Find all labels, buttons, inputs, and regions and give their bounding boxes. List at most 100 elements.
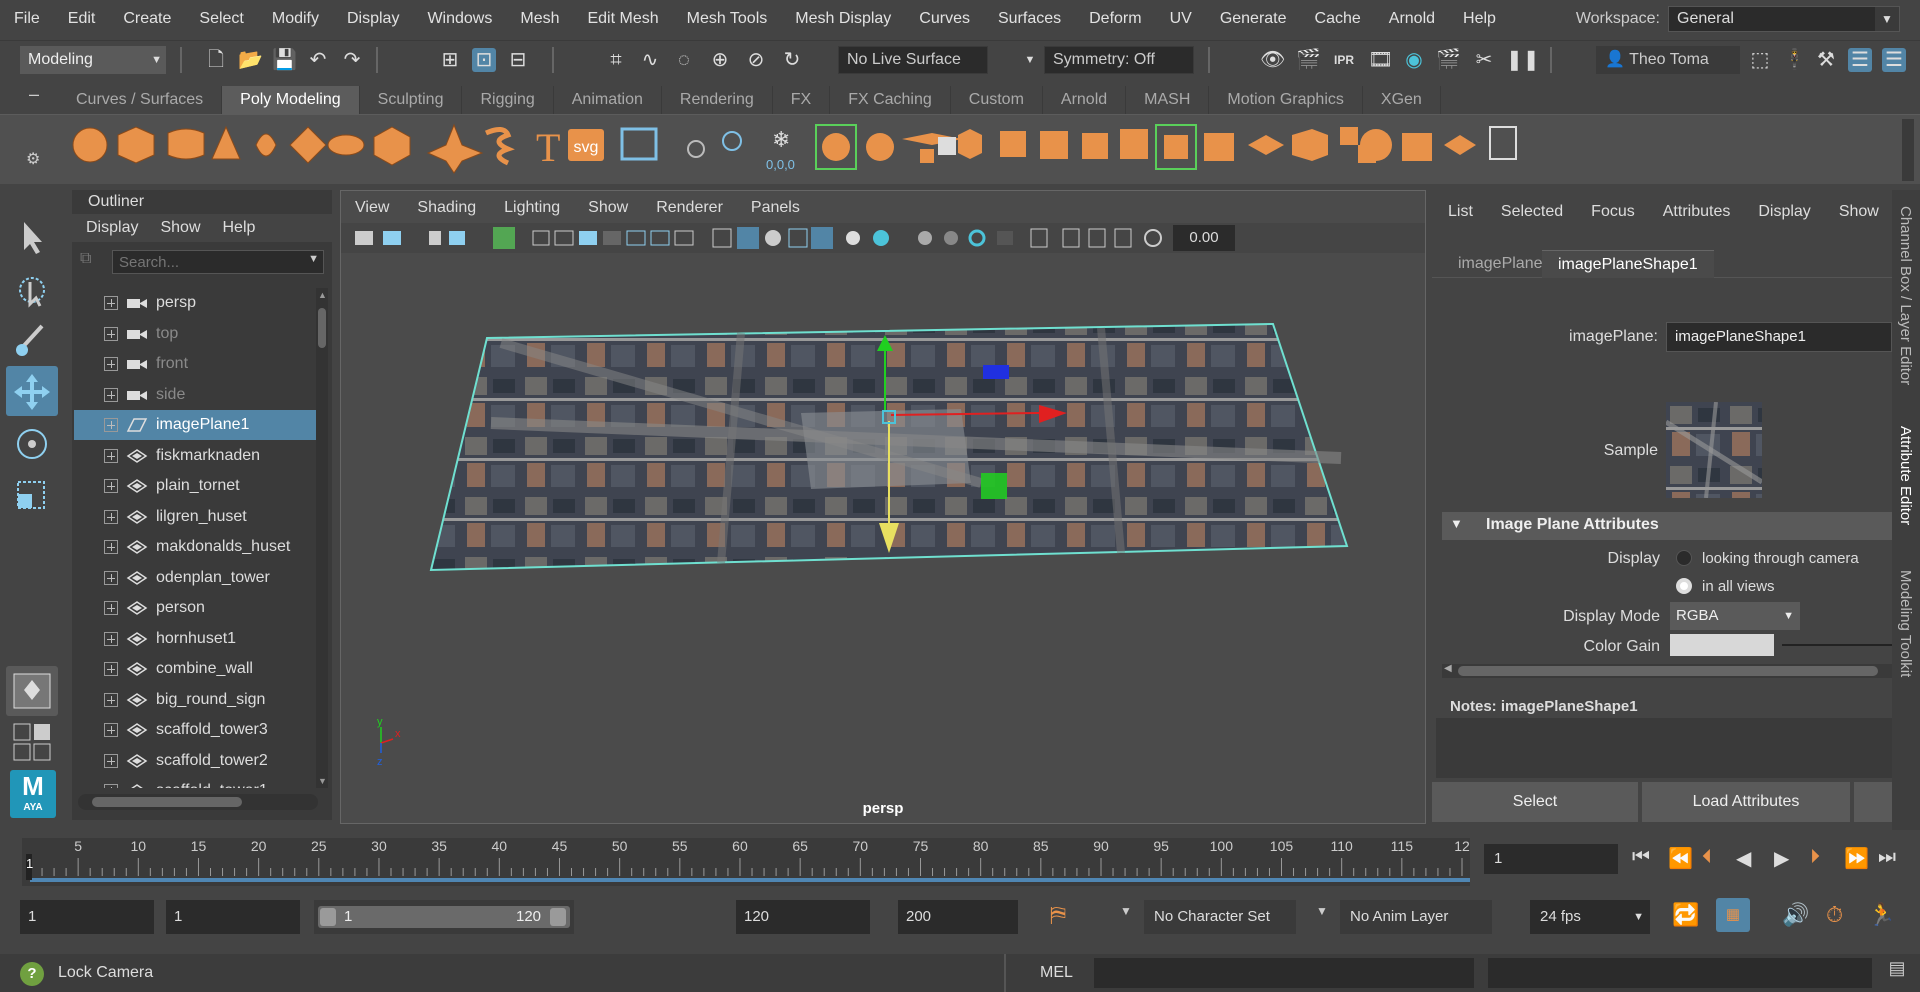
outliner-item[interactable]: persp (74, 288, 324, 318)
outliner-item[interactable]: front (74, 349, 324, 379)
symmetry-field[interactable]: Symmetry: Off (1044, 46, 1194, 74)
outliner-item[interactable]: hornhuset1 (74, 624, 324, 654)
shelf-tab-animation[interactable]: Animation (554, 86, 662, 114)
outliner-menu-help[interactable]: Help (223, 214, 256, 242)
select-object-icon[interactable]: ⊡ (472, 48, 496, 72)
select-tool[interactable] (6, 212, 58, 262)
menu-deform[interactable]: Deform (1075, 0, 1155, 38)
anim-layer-field[interactable]: No Anim Layer (1340, 900, 1492, 934)
play-forward-icon[interactable]: ▶ (1774, 846, 1789, 871)
display-radio-all-views[interactable]: in all views (1676, 574, 1876, 598)
shelf-tab-fx-caching[interactable]: FX Caching (830, 86, 951, 114)
node-tab[interactable]: imagePlaneShape1 (1542, 250, 1714, 278)
script-editor-icon[interactable]: ▤ (1882, 958, 1912, 988)
play-backward-icon[interactable]: ◀ (1736, 846, 1751, 871)
shelf-tab-rigging[interactable]: Rigging (462, 86, 554, 114)
expand-icon[interactable] (104, 296, 118, 310)
shelf-tab-curves-surfaces[interactable]: Curves / Surfaces (58, 86, 223, 114)
shelf-tab-arnold[interactable]: Arnold (1043, 86, 1127, 114)
outliner-item[interactable]: makdonalds_huset (74, 532, 324, 562)
expand-icon[interactable] (104, 753, 118, 768)
menu-uv[interactable]: UV (1156, 0, 1206, 38)
copy-tab-button[interactable] (1854, 782, 1892, 822)
key-icon[interactable]: ⛿ (1050, 902, 1066, 928)
expand-icon[interactable] (104, 662, 118, 676)
light-editor-icon[interactable]: ✂ (1472, 48, 1496, 72)
menu-surfaces[interactable]: Surfaces (984, 0, 1075, 38)
snap-view-icon[interactable]: ⊕ (708, 48, 732, 72)
menu-cache[interactable]: Cache (1301, 0, 1375, 38)
anim-end-field[interactable]: 200 (898, 900, 1018, 934)
step-back-frame-icon[interactable]: ⏴ (1702, 846, 1712, 869)
menu-select[interactable]: Select (185, 0, 257, 38)
load-attributes-button[interactable]: Load Attributes (1642, 782, 1850, 822)
render-settings-icon[interactable]: 🎞 (1368, 48, 1393, 72)
ipr-render-icon[interactable]: IPR (1332, 48, 1356, 72)
menu-file[interactable]: File (0, 0, 54, 38)
save-scene-icon[interactable]: 💾 (272, 48, 297, 72)
chevron-down-icon[interactable]: ▼ (1018, 48, 1042, 72)
menu-edit-mesh[interactable]: Edit Mesh (573, 0, 672, 38)
scale-tool[interactable] (6, 470, 58, 520)
outliner-item[interactable]: plain_tornet (74, 471, 324, 501)
workspace-icon[interactable]: ⬚ (1748, 48, 1772, 72)
viewport-menu-panels[interactable]: Panels (751, 191, 800, 221)
shelf-tab-xgen[interactable]: XGen (1363, 86, 1441, 114)
outliner-scrollbar[interactable]: ▲ ▼ (316, 288, 328, 788)
display-radio-looking[interactable]: looking through camera (1676, 546, 1876, 570)
radio-button[interactable] (1676, 550, 1692, 566)
expand-icon[interactable] (104, 601, 118, 615)
menu-mesh-display[interactable]: Mesh Display (781, 0, 905, 38)
character-icon[interactable]: 🕴 (1782, 48, 1807, 72)
menu-curves[interactable]: Curves (905, 0, 984, 38)
workspace-dropdown[interactable]: General ▼ (1668, 6, 1900, 32)
outliner-item[interactable]: lilgren_huset (74, 502, 324, 532)
character-set-field[interactable]: No Character Set (1144, 900, 1296, 934)
expand-icon[interactable] (104, 448, 118, 463)
new-scene-icon[interactable]: 🗋 (204, 48, 228, 72)
menu-generate[interactable]: Generate (1206, 0, 1301, 38)
image-plane-field[interactable]: imagePlaneShape1 (1666, 322, 1892, 352)
step-forward-frame-icon[interactable]: ⏵ (1810, 846, 1820, 869)
rotate-tool[interactable] (6, 418, 58, 468)
render-frame-icon[interactable]: 🎬 (1296, 48, 1321, 72)
menu-set-dropdown[interactable]: Modeling ▼ (20, 46, 166, 74)
expand-icon[interactable] (104, 479, 118, 493)
notes-field[interactable] (1436, 718, 1892, 778)
expand-icon[interactable] (104, 509, 118, 524)
outliner-item[interactable]: big_round_sign (74, 685, 324, 715)
attribute-editor-tab[interactable]: Attribute Editor (1897, 426, 1914, 525)
ae-menu-list[interactable]: List (1448, 190, 1473, 236)
go-to-start-icon[interactable]: ⏮ (1632, 846, 1650, 869)
outliner-item[interactable]: person (74, 593, 324, 623)
step-forward-key-icon[interactable]: ⏩ (1844, 846, 1869, 871)
menu-mesh-tools[interactable]: Mesh Tools (673, 0, 782, 38)
loop-icon[interactable]: 🔁 (1672, 902, 1699, 928)
viewport-menu-view[interactable]: View (355, 191, 389, 221)
snap-grid-icon[interactable]: ⌗ (604, 48, 628, 72)
outliner-tab[interactable]: Outliner (72, 190, 162, 214)
select-hierarchy-icon[interactable]: ⊞ (438, 48, 462, 72)
layout-single-tool[interactable] (6, 666, 58, 716)
expand-icon[interactable] (104, 418, 118, 432)
menu-modify[interactable]: Modify (258, 0, 333, 38)
sound-icon[interactable]: 🔊 (1782, 902, 1809, 928)
outliner-search-input[interactable] (113, 251, 293, 273)
outliner-item[interactable]: fiskmarknaden (74, 441, 324, 471)
fps-dropdown[interactable]: 24 fps ▼ (1530, 900, 1650, 934)
expand-icon[interactable] (104, 784, 118, 788)
playback-start-field[interactable]: 1 (166, 900, 300, 934)
menu-windows[interactable]: Windows (413, 0, 506, 38)
ae-menu-focus[interactable]: Focus (1591, 190, 1635, 236)
channel-box-tab[interactable]: Channel Box / Layer Editor (1897, 206, 1914, 385)
menu-create[interactable]: Create (109, 0, 185, 38)
expand-icon[interactable] (104, 387, 118, 402)
ae-menu-attributes[interactable]: Attributes (1663, 190, 1731, 236)
expand-icon[interactable] (104, 631, 118, 646)
expand-icon[interactable] (104, 723, 118, 737)
outliner-search[interactable]: ▼ (112, 250, 324, 274)
menu-mesh[interactable]: Mesh (506, 0, 573, 38)
open-scene-icon[interactable]: 📂 (238, 48, 263, 72)
step-back-key-icon[interactable]: ⏪ (1668, 846, 1693, 871)
radio-button-selected[interactable] (1676, 578, 1692, 594)
